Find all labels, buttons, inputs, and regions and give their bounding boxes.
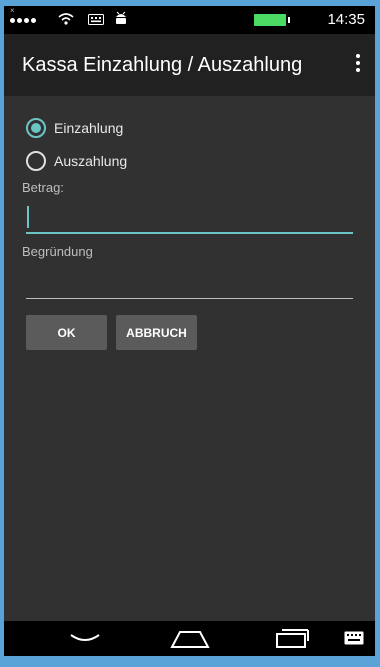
ok-button[interactable]: OK [26,315,107,350]
keyboard-icon[interactable] [344,631,364,645]
keyboard-icon [88,14,104,25]
page-title: Kassa Einzahlung / Auszahlung [22,54,303,76]
reason-input[interactable] [26,266,357,298]
battery-icon [254,14,290,26]
amount-label: Betrag: [22,180,64,195]
amount-input[interactable] [26,202,357,234]
radio-auszahlung[interactable]: Auszahlung [26,151,127,171]
radio-einzahlung[interactable]: Einzahlung [26,118,123,138]
overflow-menu-icon[interactable] [355,54,361,75]
reason-underline [26,298,353,299]
recent-apps-icon[interactable] [274,627,310,649]
radio-unchecked-icon[interactable] [26,151,46,171]
status-bar: × 14:35 [4,6,375,34]
radio-auszahlung-label: Auszahlung [54,153,128,169]
form-content: Einzahlung Auszahlung Betrag: Begründung… [4,96,375,621]
navigation-bar [4,621,375,656]
signal-dots-icon [10,18,36,23]
radio-checked-icon[interactable] [26,118,46,138]
app-frame: × 14:35 Kassa Einzahlung / Auszahlung Ei… [4,6,375,656]
home-icon[interactable] [170,629,210,649]
wifi-icon [58,13,74,25]
reason-label: Begründung [22,244,93,259]
app-bar: Kassa Einzahlung / Auszahlung [4,34,375,96]
text-cursor [27,206,29,228]
radio-einzahlung-label: Einzahlung [54,120,124,136]
android-icon [116,11,126,24]
amount-underline [26,232,353,234]
status-time: 14:35 [327,11,365,28]
cancel-button[interactable]: ABBRUCH [116,315,197,350]
close-marker-icon: × [10,6,15,15]
back-icon[interactable] [68,631,102,645]
